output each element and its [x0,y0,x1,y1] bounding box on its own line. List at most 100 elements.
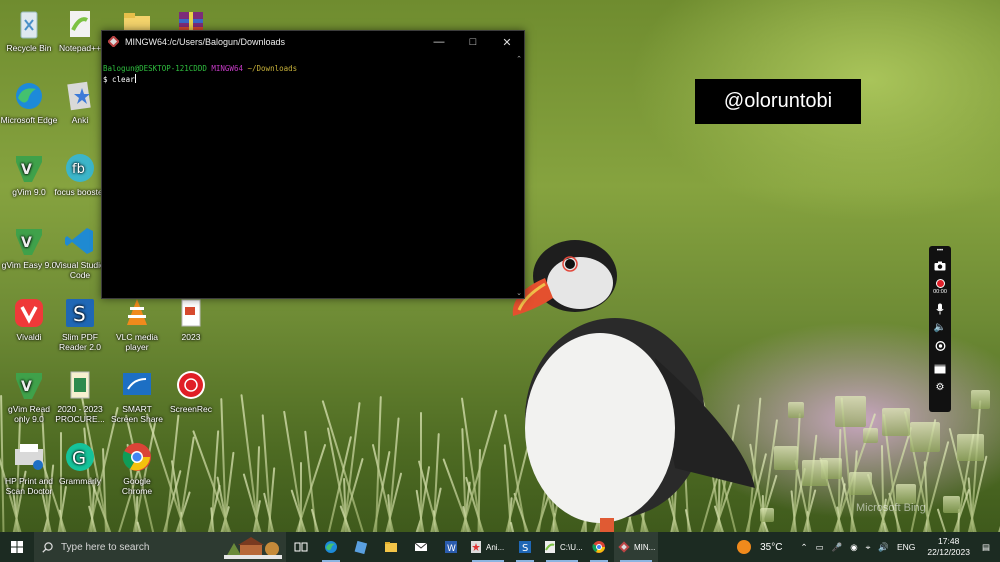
taskbar-app-button[interactable]: S [510,532,540,562]
taskbar-search-box[interactable]: Type here to search [34,532,286,562]
anki-icon [63,80,97,112]
taskbar-app-label: C:\U... [560,542,583,552]
more-options-icon[interactable]: ••• [929,246,951,256]
battery-icon[interactable]: ▭ [816,542,824,553]
desktop-icon-label: Vivaldi [16,332,42,342]
flower-blossom [788,402,804,418]
chevron-up-icon[interactable]: ⌃ [800,542,807,553]
svg-text:V: V [21,235,32,251]
desktop-icon[interactable]: VgVim 9.0 [0,152,58,197]
mingw-icon [107,34,120,49]
microphone-tray-icon[interactable]: 🎤 [832,542,843,553]
clock[interactable]: 17:48 22/12/2023 [927,536,970,558]
clock-time: 17:48 [938,536,960,546]
desktop-icon[interactable]: VgVim Read only 9.0 [0,369,58,424]
screen-area-icon[interactable] [929,359,951,378]
network-icon[interactable]: ⌖ [866,542,871,553]
camera-icon[interactable] [929,256,951,275]
recorder-toolbar[interactable]: ••• 00:00 🔈 ⚙ [929,246,951,412]
recycle-bin-icon [12,8,46,40]
flower-blossom [802,460,828,486]
settings-gear-icon[interactable]: ⚙ [929,378,951,397]
scroll-up-icon[interactable]: ⌃ [514,55,524,63]
svg-text:S: S [73,302,86,326]
file-icon [354,540,368,554]
desktop-icon-label: gVim 9.0 [12,187,46,197]
desktop-icon[interactable]: Google Chrome [108,441,166,496]
flower-blossom [896,484,916,504]
taskbar-app-button[interactable] [406,532,436,562]
mingw-terminal-window[interactable]: MINGW64:/c/Users/Balogun/Downloads — □ ✕… [101,30,525,299]
minimize-button[interactable]: — [422,31,456,53]
taskbar-app-button[interactable] [286,532,316,562]
desktop-icon[interactable]: 2023 [162,297,220,342]
desktop-icon-label: Grammarly [58,476,102,486]
terminal-titlebar[interactable]: MINGW64:/c/Users/Balogun/Downloads — □ ✕ [102,31,524,53]
speaker-icon[interactable]: 🔈 [929,318,951,337]
terminal-command: $ clear [103,75,135,84]
taskbar-app-button[interactable]: C:\U... [540,532,584,562]
microphone-icon[interactable] [929,299,951,318]
task-view-icon [294,542,308,552]
flower-blossom [774,446,798,470]
taskbar-app-button[interactable]: Ani... [466,532,510,562]
terminal-prompt-line: Balogun@DESKTOP-121CDDD MINGW64 ~/Downlo… [103,63,513,74]
webcam-icon[interactable] [929,337,951,356]
mingw-icon [618,541,630,553]
scroll-down-icon[interactable]: ⌄ [514,289,524,297]
taskbar-app-button[interactable] [316,532,346,562]
taskbar-app-button[interactable] [376,532,406,562]
file-explorer-icon [385,542,397,552]
desktop-icon-label: ScreenRec [169,404,213,414]
bing-watermark: Microsoft Bing [856,502,926,514]
desktop-icon[interactable]: HP Print and Scan Doctor [0,441,58,496]
desktop-icon[interactable]: Recycle Bin [0,8,58,53]
terminal-scrollbar[interactable]: ⌃ ⌄ [514,53,524,298]
flower-blossom [910,422,940,452]
taskbar-app-button[interactable] [346,532,376,562]
taskbar-app-button[interactable] [584,532,614,562]
search-highlight-icon [224,535,282,562]
volume-icon[interactable]: 🔊 [878,542,889,553]
flower-blossom [863,428,878,443]
weather-icon[interactable] [737,540,752,554]
terminal-command-line[interactable]: $ clear [103,74,513,85]
svg-text:V: V [21,162,32,178]
desktop-icon-label: Slim PDF Reader 2.0 [58,332,102,352]
desktop-icon[interactable]: VgVim Easy 9.0 [0,225,58,270]
notepad-plus-plus-icon [63,8,97,40]
start-button[interactable] [0,532,34,562]
flower-blossom [849,472,872,495]
desktop-icon[interactable]: S Slim PDF Reader 2.0 [51,297,109,352]
mail-icon [414,542,428,551]
taskbar-app-button[interactable]: MIN... [614,532,658,562]
svg-text:S: S [522,543,528,554]
chrome-icon [592,541,605,553]
desktop-icon[interactable]: VLC media player [108,297,166,352]
desktop-icon[interactable]: ScreenRec [162,369,220,414]
weather-temperature[interactable]: 35°C [760,542,782,553]
record-icon [935,279,945,288]
camera-tray-icon[interactable]: ◉ [850,542,857,553]
terminal-output[interactable]: Balogun@DESKTOP-121CDDD MINGW64 ~/Downlo… [102,53,514,298]
anki-icon [471,541,481,553]
desktop-icon[interactable]: 2020 - 2023 PROCURE... [51,369,109,424]
close-button[interactable]: ✕ [490,31,524,53]
slim-pdf-icon: S [63,297,97,329]
desktop-icon-label: VLC media player [115,332,159,352]
language-indicator[interactable]: ENG [897,542,915,552]
text-cursor [134,74,136,83]
notifications-icon[interactable]: ▤ [982,542,990,553]
maximize-button[interactable]: □ [456,31,490,53]
search-icon [42,541,53,553]
desktop-icon[interactable]: G Grammarly [51,441,109,486]
flower-blossom [835,396,866,427]
desktop-icon[interactable]: Microsoft Edge [0,80,58,125]
record-button[interactable]: 00:00 [929,275,951,299]
desktop-icon[interactable]: Vivaldi [0,297,58,342]
prompt-path: ~/Downloads [247,64,298,73]
vlc-icon [120,297,154,329]
desktop-icon[interactable]: SMART Screen Share [108,369,166,424]
taskbar-app-button[interactable]: W [436,532,466,562]
search-placeholder: Type here to search [61,541,150,553]
